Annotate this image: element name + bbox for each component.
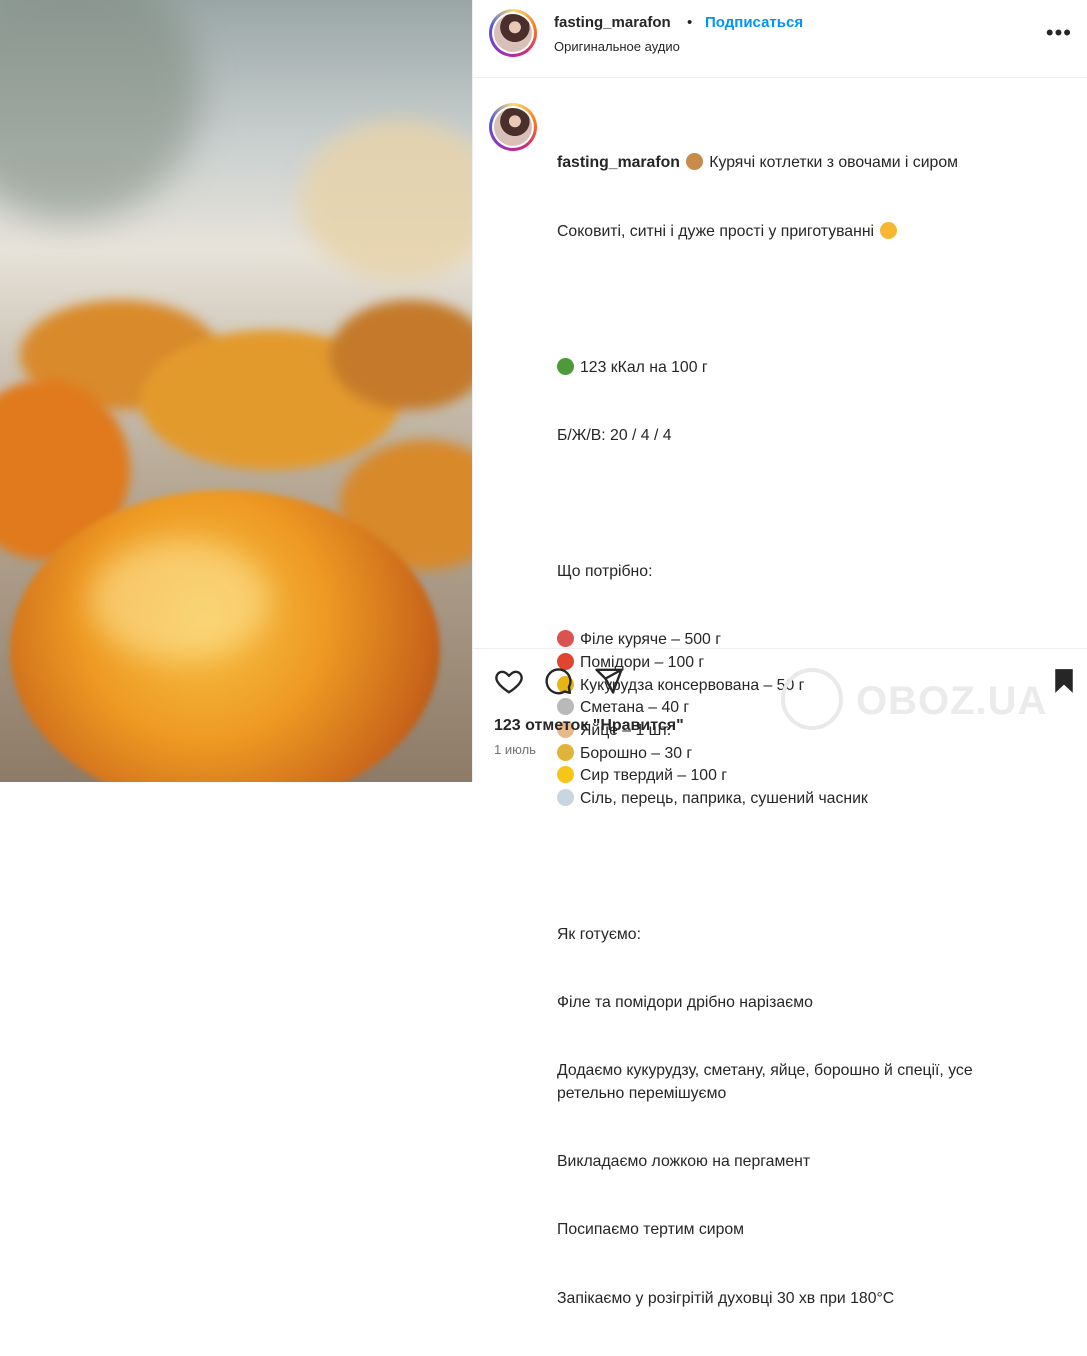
like-heart-icon[interactable] xyxy=(494,666,524,696)
caption-subtitle: Соковиті, ситні і дуже прості у приготув… xyxy=(557,222,875,240)
step-line: Філе та помідори дрібно нарізаємо xyxy=(557,994,813,1012)
caption-bju: Б/Ж/В: 20 / 4 / 4 xyxy=(557,426,672,444)
step-line: Посипаємо тертим сиром xyxy=(557,1221,745,1239)
step-line: Додаємо кукурудзу, сметану, яйце, борошн… xyxy=(557,1062,978,1103)
more-options-icon[interactable]: ••• xyxy=(1046,20,1072,46)
follow-button[interactable]: Подписаться xyxy=(705,14,803,31)
globe-logo-icon xyxy=(781,668,843,730)
post-panel: fasting_marafon • Подписаться Оригинальн… xyxy=(472,0,1087,1307)
caption-kcal: 123 кКал на 100 г xyxy=(580,358,708,376)
drumstick-emoji-icon xyxy=(686,153,704,171)
meat-emoji-icon xyxy=(557,630,574,648)
comment-icon[interactable] xyxy=(543,666,573,696)
ingredient-item: Сіль, перець, паприка, сушений часник xyxy=(557,788,1057,811)
post-date[interactable]: 1 июль xyxy=(494,742,536,757)
step-line: Запікаємо у розігрітій духовці 30 хв при… xyxy=(557,1289,895,1307)
salad-emoji-icon xyxy=(557,357,574,375)
step-line: Викладаємо ложкою на пергамент xyxy=(557,1153,811,1171)
caption-username[interactable]: fasting_marafon xyxy=(557,154,680,171)
author-avatar[interactable] xyxy=(489,9,537,57)
caption-subtitle-line: Соковиті, ситні і дуже прості у приготув… xyxy=(557,221,1057,244)
ingredient-text: Сіль, перець, паприка, сушений часник xyxy=(580,790,868,808)
author-username[interactable]: fasting_marafon xyxy=(554,14,671,31)
ingredient-text: Філе куряче – 500 г xyxy=(580,631,721,649)
likes-count[interactable]: 123 отметок "Нравится" xyxy=(494,717,684,735)
salt-emoji-icon xyxy=(557,789,574,807)
ingredients-heading: Що потрібно: xyxy=(557,563,653,581)
share-send-icon[interactable] xyxy=(594,666,624,696)
caption-title: Курячі котлетки з овочами і сиром xyxy=(709,154,958,172)
steps-heading: Як готуємо: xyxy=(557,926,641,944)
separator-dot: • xyxy=(687,14,693,31)
post-media[interactable] xyxy=(0,0,472,782)
save-bookmark-icon[interactable] xyxy=(1049,666,1079,696)
watermark-text: OBOZ.UA xyxy=(856,679,1048,723)
caption-avatar[interactable] xyxy=(489,103,537,151)
yellow-heart-emoji-icon xyxy=(880,221,898,239)
post-header: fasting_marafon • Подписаться Оригинальн… xyxy=(473,0,1087,78)
caption-kcal-line: 123 кКал на 100 г xyxy=(557,357,1057,380)
caption-title-line: fasting_marafon Курячі котлетки з овочам… xyxy=(557,152,1057,175)
audio-link[interactable]: Оригинальное аудио xyxy=(554,39,680,54)
